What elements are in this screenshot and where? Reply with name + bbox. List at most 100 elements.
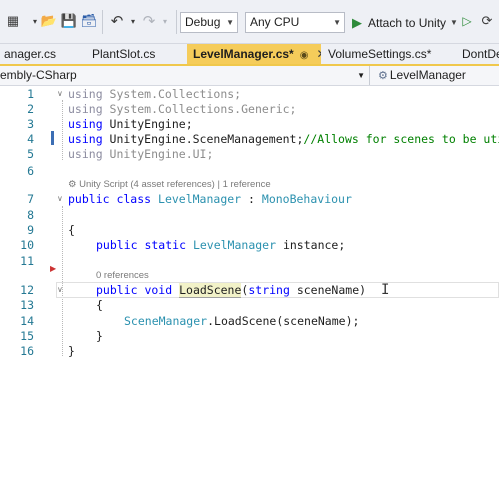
unity-icon: ⚙: [68, 179, 80, 190]
brace: {: [96, 298, 103, 312]
codelens-class-references[interactable]: ⚙ Unity Script (4 asset references) | 1 …: [68, 179, 271, 190]
toolbar: ▦ ▾ 📂 💾 🗃 ↶ ▾ ↷ ▾ Debug ▼ Any CPU ▼ ▶ At…: [0, 0, 499, 44]
namespace: System.Collections.Generic;: [102, 102, 297, 116]
code-line-2: using System.Collections.Generic;: [68, 102, 297, 116]
line-number: 16: [20, 344, 34, 358]
type-name: SceneManager: [124, 314, 208, 328]
code-line-12: public void LoadScene(string sceneName): [96, 283, 366, 298]
toolbar-separator: [176, 10, 177, 34]
line-number: 14: [20, 314, 34, 328]
code-line-13: {: [96, 298, 103, 312]
code-line-9: {: [68, 223, 75, 237]
keyword: public class: [68, 192, 159, 206]
codelens-method-references[interactable]: 0 references: [96, 270, 149, 281]
code-line-7: public class LevelManager : MonoBehaviou…: [68, 192, 352, 206]
codelens-text: Unity Script (4 asset references) | 1 re…: [79, 179, 271, 190]
namespace: UnityEngine.UI;: [102, 147, 214, 161]
code-line-10: public static LevelManager instance;: [96, 238, 345, 252]
brace: }: [68, 344, 75, 358]
type-name: MonoBehaviour: [261, 192, 352, 206]
fold-guide: [62, 206, 63, 356]
line-number: 8: [27, 208, 34, 222]
tab-gamemanager[interactable]: anager.cs: [0, 44, 78, 64]
type-name: LevelManager: [192, 238, 277, 252]
method-name: LoadScene: [179, 283, 242, 298]
code-line-16: }: [68, 344, 75, 358]
keyword: public void: [96, 283, 180, 297]
toolbar-separator: [102, 10, 103, 34]
code-line-15: }: [96, 329, 103, 343]
save-icon[interactable]: 💾: [60, 12, 78, 30]
comment: //Allows for scenes to be uti: [303, 132, 499, 146]
code-line-1: using System.Collections;: [68, 87, 241, 101]
breakpoint-arrow-icon: ▶: [50, 264, 57, 273]
platform-select[interactable]: Any CPU ▼: [245, 12, 345, 33]
project-dropdown[interactable]: embly-CSharp ▼: [0, 66, 370, 85]
code-editor[interactable]: 1 2 3 4 5 6 7 8 9 10 11 12 13 14 15 16 ▶…: [0, 86, 499, 499]
class-icon: ⚙: [378, 70, 388, 82]
attach-to-unity-button[interactable]: ▶ Attach to Unity ▼: [352, 12, 458, 33]
namespace: UnityEngine.SceneManagement;: [102, 132, 304, 146]
tab-label: VolumeSettings.cs*: [328, 47, 432, 61]
line-number: 13: [20, 298, 34, 312]
code-line-4: using UnityEngine.SceneManagement;//Allo…: [68, 132, 499, 146]
keyword: using: [68, 147, 103, 161]
play-icon: ▶: [352, 14, 362, 30]
code-line-14: SceneManager.LoadScene(sceneName);: [124, 314, 359, 328]
tab-dontdestroy[interactable]: DontDe: [458, 44, 499, 64]
code-line-3: using UnityEngine;: [68, 117, 193, 131]
line-number: 1: [27, 87, 34, 101]
line-number: 11: [20, 254, 34, 268]
navigation-bar: embly-CSharp ▼ ⚙ LevelManager: [0, 66, 499, 86]
save-all-icon[interactable]: 🗃: [80, 12, 98, 30]
class-name: LevelManager: [389, 68, 466, 82]
line-number: 10: [20, 238, 34, 252]
identifier: .LoadScene(sceneName);: [207, 314, 360, 328]
line-number: 3: [27, 117, 34, 131]
brace: {: [68, 223, 75, 237]
redo-dropdown-icon[interactable]: ▾: [156, 12, 174, 30]
run-label: Attach to Unity: [368, 15, 447, 30]
fold-guide: [62, 100, 63, 160]
collapse-icon[interactable]: ∨: [57, 194, 63, 203]
collapse-icon[interactable]: ∨: [57, 89, 63, 98]
line-number: 6: [27, 164, 34, 178]
type-name: LevelManager: [158, 192, 242, 206]
keyword: public static: [96, 238, 193, 252]
tab-label: PlantSlot.cs: [92, 47, 156, 61]
solution-explorer-icon[interactable]: ▦: [4, 12, 22, 30]
tab-volumesettings[interactable]: VolumeSettings.cs*: [324, 44, 454, 64]
tab-plantslot[interactable]: PlantSlot.cs: [88, 44, 180, 64]
platform-value: Any CPU: [250, 15, 300, 29]
text-cursor-icon: I: [381, 282, 390, 298]
change-marker: [51, 131, 54, 145]
chevron-down-icon: ▼: [226, 18, 234, 27]
codelens-text: 0 references: [96, 270, 149, 281]
line-number: 12: [20, 283, 34, 297]
brace: }: [96, 329, 103, 343]
tab-levelmanager[interactable]: LevelManager.cs* ◉ ✕: [187, 44, 321, 64]
tab-label: DontDe: [462, 47, 499, 61]
keyword: using: [68, 132, 103, 146]
open-folder-icon[interactable]: 📂: [40, 12, 58, 30]
chevron-down-icon: ▼: [357, 71, 365, 80]
document-tabs: anager.cs PlantSlot.cs LevelManager.cs* ◉…: [0, 44, 499, 66]
line-number: 7: [27, 192, 34, 206]
line-number: 2: [27, 102, 34, 116]
line-number: 4: [27, 132, 34, 146]
punctuation: :: [241, 192, 262, 206]
close-icon[interactable]: ✕: [316, 47, 321, 61]
start-without-debugging-icon[interactable]: ▷: [458, 12, 476, 30]
pin-icon[interactable]: ◉: [300, 50, 309, 61]
class-dropdown[interactable]: ⚙ LevelManager: [378, 66, 466, 85]
keyword: string: [248, 283, 290, 297]
namespace: System.Collections;: [102, 87, 242, 101]
chevron-down-icon: ▼: [333, 18, 341, 27]
line-number: 9: [27, 223, 34, 237]
line-number: 5: [27, 147, 34, 161]
identifier: instance;: [276, 238, 346, 252]
configuration-select[interactable]: Debug ▼: [180, 12, 238, 33]
line-number: 15: [20, 329, 34, 343]
refresh-icon[interactable]: ⟳: [478, 12, 496, 30]
chevron-down-icon: ▼: [450, 18, 458, 27]
